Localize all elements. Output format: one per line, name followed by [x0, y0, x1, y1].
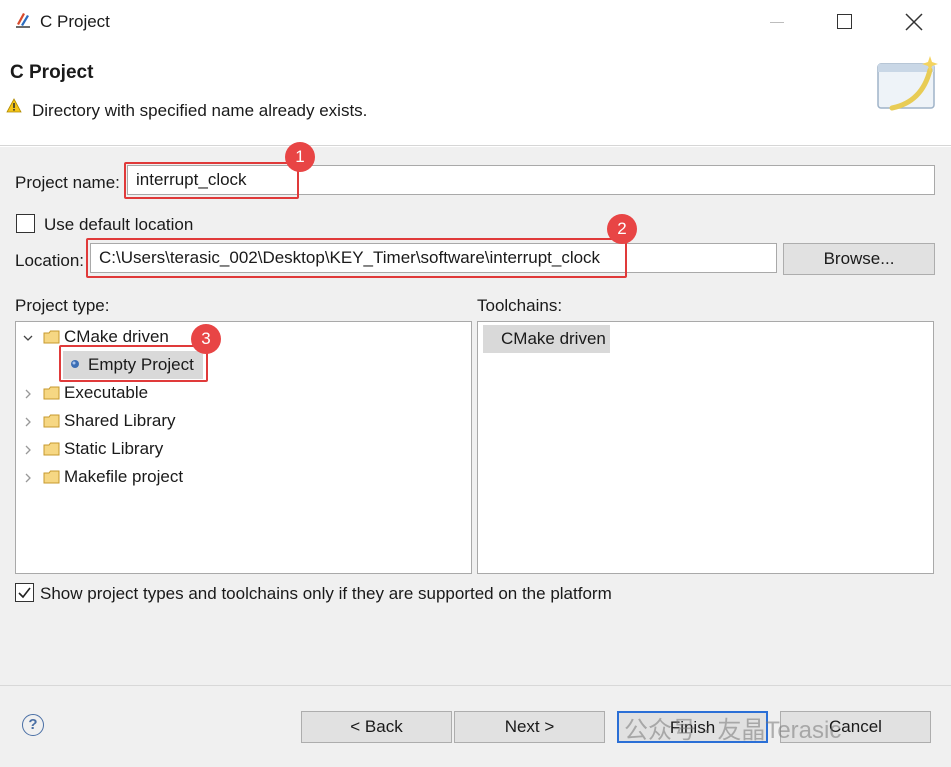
- checkmark-icon: [18, 587, 31, 599]
- help-icon[interactable]: ?: [22, 714, 44, 736]
- wizard-banner: C Project Directory with specified name …: [0, 46, 951, 146]
- page-title: C Project: [10, 62, 94, 83]
- minimize-button[interactable]: [770, 22, 784, 23]
- tree-item-executable[interactable]: Executable: [64, 379, 148, 407]
- tree-item-empty-project[interactable]: Empty Project: [88, 351, 194, 379]
- use-default-location-label: Use default location: [44, 215, 194, 234]
- chevron-right-icon[interactable]: [22, 388, 34, 400]
- wizard-footer: ? < Back Next > Finish Cancel 公众号 · 友晶Te…: [0, 685, 951, 767]
- folder-icon: [43, 442, 60, 456]
- folder-icon: [43, 386, 60, 400]
- close-icon[interactable]: [902, 10, 926, 34]
- browse-button[interactable]: Browse...: [783, 243, 935, 275]
- location-input[interactable]: C:\Users\terasic_002\Desktop\KEY_Timer\s…: [90, 243, 777, 273]
- maximize-button[interactable]: [837, 14, 852, 29]
- window-title: C Project: [40, 12, 110, 31]
- toolchain-item-cmake-driven[interactable]: CMake driven: [483, 325, 610, 353]
- wizard-content: Project name: interrupt_clock 1 Use defa…: [0, 142, 951, 685]
- location-label: Location:: [15, 251, 84, 270]
- folder-icon: [43, 330, 60, 344]
- annotation-badge-1: 1: [285, 142, 315, 172]
- next-button[interactable]: Next >: [454, 711, 605, 743]
- chevron-right-icon[interactable]: [22, 444, 34, 456]
- project-type-label: Project type:: [15, 296, 110, 315]
- wizard-banner-graphic: [877, 56, 938, 111]
- project-template-icon: [71, 360, 79, 368]
- show-supported-only-label: Show project types and toolchains only i…: [40, 584, 612, 603]
- cancel-button[interactable]: Cancel: [780, 711, 931, 743]
- chevron-right-icon[interactable]: [22, 472, 34, 484]
- show-supported-only-checkbox[interactable]: [15, 583, 34, 602]
- project-name-label: Project name:: [15, 173, 120, 192]
- chevron-down-icon[interactable]: [22, 332, 34, 344]
- tree-item-static-library[interactable]: Static Library: [64, 435, 163, 463]
- back-button[interactable]: < Back: [301, 711, 452, 743]
- toolchains-list[interactable]: CMake driven: [477, 321, 934, 574]
- annotation-badge-2: 2: [607, 214, 637, 244]
- tree-item-shared-library[interactable]: Shared Library: [64, 407, 176, 435]
- status-message: Directory with specified name already ex…: [32, 101, 368, 120]
- title-bar: C Project: [0, 0, 951, 46]
- chevron-right-icon[interactable]: [22, 416, 34, 428]
- annotation-badge-3: 3: [191, 324, 221, 354]
- tree-item-makefile-project[interactable]: Makefile project: [64, 463, 183, 491]
- folder-icon: [43, 414, 60, 428]
- warning-icon: [6, 98, 22, 113]
- project-type-tree[interactable]: CMake driven Empty Project 3 Executable …: [15, 321, 472, 574]
- tree-item-cmake-driven[interactable]: CMake driven: [64, 323, 169, 351]
- app-icon: [16, 13, 30, 28]
- use-default-location-checkbox[interactable]: [16, 214, 35, 233]
- toolchains-label: Toolchains:: [477, 296, 563, 315]
- finish-button[interactable]: Finish: [617, 711, 768, 743]
- project-name-input[interactable]: interrupt_clock: [127, 165, 935, 195]
- folder-icon: [43, 470, 60, 484]
